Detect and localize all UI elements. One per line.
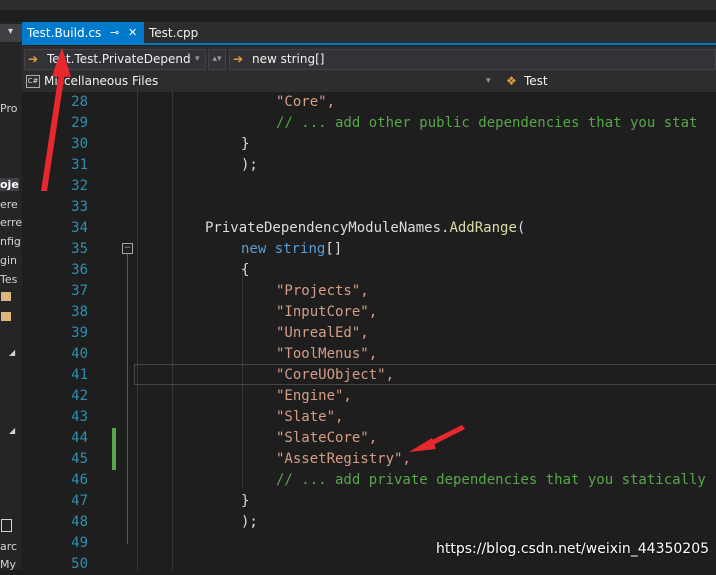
watermark-text: https://blog.csdn.net/weixin_44350205 (436, 541, 710, 557)
annotation-arrow-tab (41, 48, 71, 191)
annotation-arrows (41, 48, 465, 452)
annotation-arrow-assetregistry (409, 425, 465, 452)
